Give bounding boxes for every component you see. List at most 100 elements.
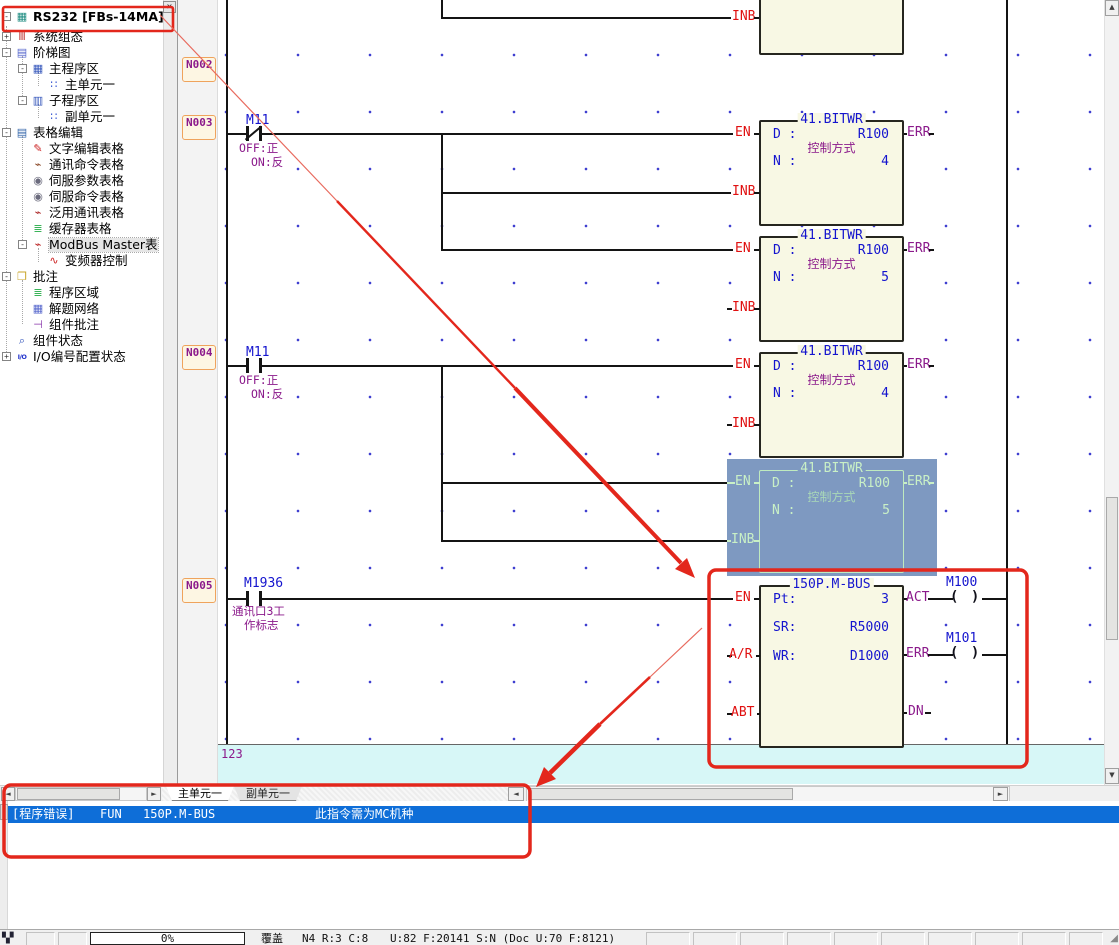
tree-item-table-edit[interactable]: -▤表格编辑 <box>0 125 178 141</box>
network-label-n005[interactable]: N005 <box>182 578 216 603</box>
vertical-scrollbar[interactable]: ▲ ▼ <box>1104 0 1119 785</box>
tree-scrollbar-track[interactable]: ✕ <box>163 0 177 785</box>
pin-inb: INB <box>732 417 755 431</box>
function-block-partial[interactable] <box>759 0 904 55</box>
tree-hscrollbar-track[interactable] <box>15 787 147 801</box>
tab-sub-unit[interactable]: 副单元一 <box>234 786 302 801</box>
pin-err: ERR <box>907 475 930 489</box>
wire <box>441 17 731 19</box>
block-title: 41.BITWR <box>797 113 866 127</box>
expander-icon[interactable]: - <box>18 64 27 73</box>
text-edit-table-icon: ✎ <box>30 142 46 156</box>
tree-item-main-program[interactable]: -▦主程序区 <box>0 61 178 77</box>
tree-item-sub-program[interactable]: -▥子程序区 <box>0 93 178 109</box>
tree-item-io-config[interactable]: +I/OI/O编号配置状态 <box>0 349 178 365</box>
error-panel-splitter[interactable] <box>0 804 8 820</box>
tree-item-ladder-diagram[interactable]: -▤阶梯图 <box>0 45 178 61</box>
tree-item-servo-param-table[interactable]: ◉伺服参数表格 <box>0 173 178 189</box>
tab-main-unit[interactable]: 主单元一 <box>166 786 234 801</box>
wire <box>441 540 727 542</box>
tree-item-label: 组件批注 <box>49 318 99 332</box>
wire <box>262 133 733 135</box>
ladder-hscrollbar-thumb[interactable] <box>528 788 793 800</box>
tree-item-program-region[interactable]: ≣程序区域 <box>0 285 178 301</box>
block-param-value: 3 <box>819 593 889 607</box>
tree-item-main-unit[interactable]: ∷主单元一 <box>0 77 178 93</box>
scroll-left-icon[interactable]: ◄ <box>508 787 524 801</box>
error-row[interactable]: [程序错误] FUN 150P.M-BUS 此指令需为MC机种 <box>8 806 1119 823</box>
function-block-bitwr-3[interactable]: 41.BITWR D : R100 控制方式 N : 4 <box>759 352 904 458</box>
expander-icon[interactable]: - <box>2 128 11 137</box>
scroll-left-icon[interactable]: ◄ <box>1 787 15 801</box>
wire <box>228 598 247 600</box>
coil-symbol[interactable]: ( ) <box>950 646 981 661</box>
vertical-scrollbar-thumb[interactable] <box>1106 497 1118 640</box>
tree-item-system-config[interactable]: +Ⅲ系统组态 <box>0 29 178 45</box>
wire-stub <box>756 655 760 657</box>
tree-hscrollbar-thumb[interactable] <box>17 788 120 800</box>
tree-item-component-status[interactable]: ⌕组件状态 <box>0 333 178 349</box>
scroll-right-icon[interactable]: ► <box>147 787 161 801</box>
pin-ar: A/R <box>729 648 752 662</box>
tree-item-generic-comm-table[interactable]: ⌁泛用通讯表格 <box>0 205 178 221</box>
pin-err: ERR <box>907 126 930 140</box>
network-label-n003[interactable]: N003 <box>182 115 216 140</box>
tree-item-sub-unit[interactable]: ∷副单元一 <box>0 109 178 125</box>
function-block-bitwr-2[interactable]: 41.BITWR D : R100 控制方式 N : 5 <box>759 236 904 342</box>
expander-icon[interactable]: + <box>2 32 11 41</box>
selected-block-highlight[interactable]: 41.BITWR D : R100 控制方式 N : 5 <box>727 459 937 576</box>
block-param-value: R100 <box>819 360 889 374</box>
tree-item-text-edit-table[interactable]: ✎文字编辑表格 <box>0 141 178 157</box>
ladder-hscrollbar-track[interactable] <box>526 786 1010 802</box>
pin-err: ERR <box>907 358 930 372</box>
expander-icon[interactable]: - <box>2 272 11 281</box>
tree-item-servo-command-table[interactable]: ◉伺服命令表格 <box>0 189 178 205</box>
expander-icon[interactable]: - <box>2 48 11 57</box>
network-label-n002[interactable]: N002 <box>182 57 216 82</box>
contact-no[interactable] <box>246 358 249 373</box>
tree-item-network-comment[interactable]: ▦解题网络 <box>0 301 178 317</box>
contact-comment: OFF:正 <box>239 374 278 387</box>
resize-grip-icon[interactable]: ◢ <box>1110 933 1118 945</box>
tree-item-root[interactable]: - ▦ RS232 [FBs-14MA] <box>0 9 178 27</box>
expander-icon[interactable]: - <box>18 96 27 105</box>
scroll-up-icon[interactable]: ▲ <box>1105 0 1119 16</box>
statusbar-cell-empty <box>740 932 784 945</box>
expander-icon[interactable]: + <box>2 352 11 361</box>
close-icon[interactable]: ✕ <box>163 1 176 13</box>
tree-item-label: 主程序区 <box>49 62 99 76</box>
servo-command-table-icon: ◉ <box>30 190 46 204</box>
expander-icon[interactable]: - <box>2 12 11 21</box>
function-block-bitwr-1[interactable]: 41.BITWR D : R100 控制方式 N : 4 <box>759 120 904 226</box>
contact-tag: M11 <box>246 346 269 360</box>
block-param-label: D : <box>773 244 796 258</box>
statusbar-usage: U:82 F:20141 S:N (Doc U:70 F:8121) <box>386 932 642 945</box>
expander-icon[interactable]: - <box>18 240 27 249</box>
main-unit-icon: ∷ <box>46 78 62 92</box>
wire <box>929 133 934 135</box>
left-power-rail <box>226 0 228 744</box>
function-block-bitwr-4-selected[interactable]: 41.BITWR D : R100 控制方式 N : 5 <box>759 470 904 573</box>
tree-item-modbus-master-table[interactable]: -⌁ModBus Master表 <box>0 237 178 253</box>
coil-symbol[interactable]: ( ) <box>950 590 981 605</box>
block-comment: 控制方式 <box>761 373 902 387</box>
main-program-icon: ▦ <box>30 62 46 76</box>
scroll-right-icon[interactable]: ► <box>993 787 1008 801</box>
servo-param-table-icon: ◉ <box>30 174 46 188</box>
scroll-down-icon[interactable]: ▼ <box>1105 768 1119 784</box>
contact-tag: M1936 <box>244 577 283 591</box>
tree-item-register-table[interactable]: ≣缓存器表格 <box>0 221 178 237</box>
next-network-strip[interactable]: 123 <box>218 744 1104 784</box>
tree-item-label: 副单元一 <box>65 110 115 124</box>
tree-item-comm-command-table[interactable]: ⌁通讯命令表格 <box>0 157 178 173</box>
ladder-canvas[interactable]: 123 <box>218 0 1104 785</box>
tree-item-annotation[interactable]: -❐批注 <box>0 269 178 285</box>
tree-item-component-comment[interactable]: ⊣组件批注 <box>0 317 178 333</box>
wire <box>982 598 1007 600</box>
tree-item-label: RS232 [FBs-14MA] <box>33 10 164 24</box>
network-label-n004[interactable]: N004 <box>182 345 216 370</box>
io-config-icon: I/O <box>14 350 30 364</box>
wire <box>754 192 760 194</box>
tree-item-inverter-control[interactable]: ∿变频器控制 <box>0 253 178 269</box>
function-block-mbus[interactable]: 150P.M-BUS Pt: 3 SR: R5000 WR: D1000 <box>759 585 904 748</box>
